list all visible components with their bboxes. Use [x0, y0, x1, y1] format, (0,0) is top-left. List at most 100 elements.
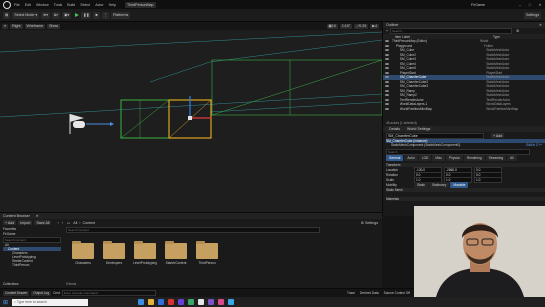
add-icon[interactable]: +	[386, 29, 388, 33]
folder-tile[interactable]: Characters	[70, 241, 96, 265]
tab-details[interactable]: Details	[386, 126, 403, 132]
back-icon[interactable]: ‹	[57, 221, 58, 225]
play-options-icon[interactable]: ⋮	[101, 11, 110, 19]
console-input[interactable]	[61, 290, 156, 296]
menu-item-tools[interactable]: Tools	[54, 3, 62, 7]
breadcrumb-content[interactable]: Content	[83, 221, 96, 225]
breadcrumb-all[interactable]: All	[73, 221, 77, 225]
settings-button[interactable]: Settings	[524, 11, 541, 19]
taskbar-app-icon[interactable]	[198, 299, 205, 305]
content-drawer-button[interactable]: Content Drawer	[3, 290, 30, 296]
filter-tab-actor[interactable]: Actor	[404, 155, 418, 161]
source-control-button[interactable]: Source Control Off	[384, 291, 410, 295]
select-mode-dropdown[interactable]: Select Mode ▾	[12, 11, 40, 19]
static-mesh-header[interactable]: Static Mesh	[386, 188, 545, 192]
outliner-row[interactable]: WorldPartitionMiniMap WorldPartitionMiniM…	[383, 107, 545, 112]
add-component-button[interactable]: + Add	[491, 133, 505, 138]
menu-item-help[interactable]: Help	[109, 3, 116, 7]
taskbar-app-icon[interactable]	[188, 299, 195, 305]
taskbar-app-icon[interactable]	[158, 299, 165, 305]
folder-tile[interactable]: StarterContent	[163, 241, 189, 265]
visibility-eye-icon[interactable]	[385, 107, 389, 110]
visibility-eye-icon[interactable]	[385, 85, 389, 88]
column-item-label[interactable]: Item Label	[395, 35, 493, 39]
scale-snap-button[interactable]: ⤢ 0.25	[354, 23, 369, 29]
asset-search-input[interactable]	[66, 227, 320, 233]
visibility-eye-icon[interactable]	[385, 40, 389, 43]
taskbar-search[interactable]: ⌕ Type here to search	[12, 298, 89, 306]
visibility-eye-icon[interactable]	[385, 58, 389, 61]
maximize-icon[interactable]: □	[525, 3, 535, 7]
visibility-eye-icon[interactable]	[385, 76, 389, 79]
filter-tab-streaming[interactable]: Streaming	[485, 155, 507, 161]
tree-search-input[interactable]	[3, 237, 61, 243]
filter-tab-misc[interactable]: Misc	[432, 155, 445, 161]
folder-tile[interactable]: Developers	[101, 241, 127, 265]
menu-item-edit[interactable]: Edit	[25, 3, 31, 7]
visibility-eye-icon[interactable]	[385, 89, 389, 92]
taskbar-app-icon[interactable]	[208, 299, 215, 305]
component-child[interactable]: StaticMeshComponent (StaticMeshComponent…	[391, 143, 460, 147]
grid-snap-button[interactable]: ▦ 10	[326, 23, 338, 29]
close-icon[interactable]: ✕	[535, 3, 545, 7]
menu-item-select[interactable]: Select	[80, 3, 90, 7]
blueprint-icon[interactable]: ⧉▾	[52, 11, 61, 19]
taskbar-app-icon[interactable]	[138, 299, 145, 305]
filter-icon[interactable]: ⚙	[516, 29, 519, 33]
taskbar-app-icon[interactable]	[148, 299, 155, 305]
menu-item-file[interactable]: File	[14, 3, 20, 7]
column-type[interactable]: Type	[493, 35, 500, 39]
tree-folder-thirdperson[interactable]: ThirdPerson	[3, 263, 61, 267]
folder-tile[interactable]: ThirdPerson	[194, 241, 220, 265]
trace-button[interactable]: Trace	[347, 291, 355, 295]
menu-item-build[interactable]: Build	[67, 3, 75, 7]
play-icon[interactable]	[75, 13, 80, 17]
taskbar-app-icon[interactable]	[168, 299, 175, 305]
taskbar-app-icon[interactable]	[218, 299, 225, 305]
pause-icon[interactable]: ❚❚	[81, 11, 92, 19]
cmd-label[interactable]: Cmd	[53, 291, 60, 295]
close-icon[interactable]: ✕	[539, 23, 542, 27]
visibility-eye-icon[interactable]	[385, 71, 389, 74]
perspective-dropdown[interactable]: Right	[10, 23, 23, 29]
rotation-snap-button[interactable]: ↻ 10°	[339, 23, 353, 29]
add-actor-icon[interactable]: ⊕▾	[41, 11, 51, 19]
visibility-eye-icon[interactable]	[385, 94, 389, 97]
unreal-logo-icon[interactable]	[3, 0, 11, 9]
visibility-eye-icon[interactable]	[385, 62, 389, 65]
visibility-eye-icon[interactable]	[385, 44, 389, 47]
visibility-eye-icon[interactable]	[385, 67, 389, 70]
show-dropdown[interactable]: Show	[47, 23, 61, 29]
windows-start-icon[interactable]: ⊞	[3, 299, 8, 306]
cinematics-icon[interactable]: ▣▾	[62, 11, 72, 19]
save-all-button[interactable]: Save All	[34, 220, 52, 225]
folder-tile[interactable]: LevelPrototyping	[132, 241, 158, 265]
level-viewport[interactable]: ≡ Right Wireframe Show ▦ 10 ↻ 10° ⤢ 0.25…	[0, 22, 382, 212]
mobility-option-movable[interactable]: Movable	[450, 181, 469, 188]
materials-header[interactable]: Materials	[386, 197, 545, 201]
edit-cpp-link[interactable]: Edit in C++	[526, 143, 542, 147]
add-button[interactable]: + Add	[3, 220, 17, 225]
tab-world-settings[interactable]: World Settings	[404, 126, 434, 132]
import-button[interactable]: Import	[18, 220, 33, 225]
save-icon[interactable]: ▤	[3, 11, 11, 19]
viewport-options-icon[interactable]: ≡	[2, 23, 9, 29]
level-tab[interactable]: ThirdPersonMap	[124, 1, 156, 8]
camera-speed-button[interactable]: ▶ 4	[370, 23, 379, 29]
scale-z[interactable]: 1.0	[474, 176, 502, 183]
actor-name-field[interactable]: SM_ChamferCube	[386, 132, 484, 139]
taskbar-app-icon[interactable]	[178, 299, 185, 305]
filter-tab-general[interactable]: General	[386, 155, 404, 161]
minimize-icon[interactable]: –	[515, 3, 525, 7]
visibility-eye-icon[interactable]	[385, 80, 389, 83]
taskbar-app-icon[interactable]	[228, 299, 235, 305]
outliner-search-input[interactable]	[390, 28, 513, 34]
stop-icon[interactable]: ■	[93, 11, 100, 19]
filter-tab-rendering[interactable]: Rendering	[463, 155, 485, 161]
filter-tab-lod[interactable]: LOD	[418, 155, 432, 161]
close-icon[interactable]: ✕	[36, 214, 39, 218]
visibility-eye-icon[interactable]	[385, 49, 389, 52]
mobility-option-stationary[interactable]: Stationary	[428, 181, 450, 188]
platforms-button[interactable]: Platforms	[111, 11, 131, 19]
visibility-eye-icon[interactable]	[385, 98, 389, 101]
